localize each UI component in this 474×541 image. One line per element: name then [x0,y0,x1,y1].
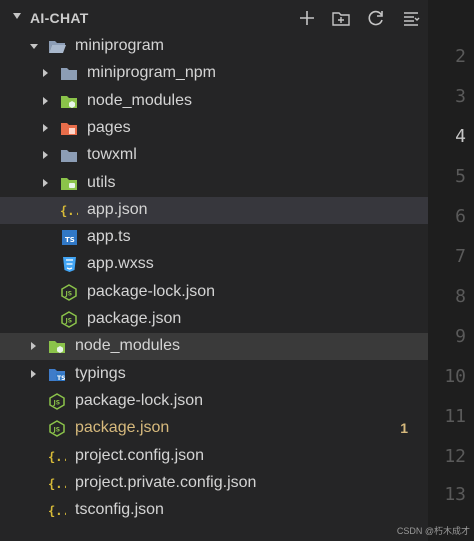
line-number: 3 [455,86,466,107]
line-number: 11 [444,406,466,427]
tree-item-label: package-lock.json [75,391,204,409]
tree-file[interactable]: JS package.json [0,306,428,333]
collapse-all-icon[interactable] [401,8,421,28]
tree-item-label: utils [87,173,116,191]
tree-folder[interactable]: node_modules [0,333,428,361]
typescript-folder-icon: TS [49,368,65,382]
tree-file[interactable]: JS package-lock.json [0,388,428,415]
tree-file[interactable]: app.wxss [0,251,428,278]
collapse-caret-icon[interactable] [13,13,21,19]
tree-file[interactable]: JS package-lock.json [0,279,428,306]
tree-folder[interactable]: towxml [0,142,428,169]
line-number: 6 [455,206,466,227]
node-folder-icon [49,341,65,354]
watermark: CSDN @朽木成才 [396,526,470,536]
explorer-header[interactable]: AI-CHAT [0,0,428,36]
new-folder-icon[interactable] [331,8,351,28]
line-number: 5 [455,166,466,187]
tree-item-label: towxml [87,146,137,164]
line-number: 4 [455,126,466,147]
chevron-right-icon[interactable] [43,178,48,187]
tree-item-label: app.ts [87,228,131,246]
tree-item-label: tsconfig.json [75,501,164,519]
folder-icon [61,68,77,81]
tree-item-label: node_modules [75,337,180,355]
new-file-icon[interactable] [297,8,317,28]
tree-folder[interactable]: TS typings [0,361,428,388]
svg-text:{..}: {..} [60,204,78,218]
json-file-icon: {..} [48,477,66,491]
folder-open-icon [49,41,66,53]
tree-item-label: miniprogram_npm [87,64,216,82]
svg-text:{..}: {..} [48,450,66,464]
svg-text:TS: TS [65,236,75,244]
chevron-right-icon[interactable] [31,369,36,378]
svg-text:JS: JS [53,399,61,406]
nodejs-file-icon: JS [61,283,77,301]
editor-line-gutter: 2 3 4 5 6 7 8 9 10 11 12 13 [428,0,474,541]
line-number: 13 [444,484,466,505]
line-number: 8 [455,286,466,307]
tree-file[interactable]: TS app.ts [0,224,428,251]
nodejs-file-icon: JS [61,311,77,328]
tree-item-label: package.json [75,419,170,437]
svg-text:JS: JS [65,290,73,297]
tree-folder[interactable]: miniprogram [0,33,428,60]
refresh-icon[interactable] [366,8,386,28]
pages-folder-icon [61,122,77,135]
svg-text:JS: JS [65,318,73,325]
chevron-right-icon[interactable] [43,96,48,105]
tree-item-label: pages [87,118,131,136]
tree-item-label: app.wxss [87,255,154,273]
tree-item-label: app.json [87,200,148,218]
utils-folder-icon [61,177,77,190]
tree-folder[interactable]: pages [0,115,428,142]
chevron-right-icon[interactable] [43,69,48,78]
tree-folder[interactable]: utils [0,170,428,197]
tree-item-label: project.config.json [75,446,204,464]
svg-text:TS: TS [57,375,65,382]
tree-item-label: typings [75,364,126,382]
json-file-icon: {..} [60,204,78,218]
tree-folder[interactable]: node_modules [0,88,428,115]
tree-item-label: miniprogram [75,37,164,54]
nodejs-file-icon: JS [49,420,65,438]
node-folder-icon [61,95,77,108]
explorer-panel: AI-CHAT miniprogram miniprogram_npm node_m… [0,0,428,541]
css-file-icon [63,257,76,273]
typescript-file-icon: TS [62,230,77,246]
chevron-right-icon[interactable] [43,151,48,160]
svg-text:{..}: {..} [48,504,66,518]
tree-item-label: node_modules [87,91,192,109]
tree-folder[interactable]: miniprogram_npm [0,60,428,87]
chevron-down-icon[interactable] [30,44,38,49]
tree-item-label: project.private.config.json [75,473,257,491]
folder-icon [61,150,77,163]
workspace-title: AI-CHAT [30,10,89,26]
tree-file[interactable]: {..} app.json [0,196,428,224]
nodejs-file-icon: JS [49,393,65,410]
tree-file[interactable]: {..} project.config.json [0,443,428,470]
tree-file[interactable]: {..} project.private.config.json [0,470,428,497]
svg-text:{..}: {..} [48,477,66,491]
svg-text:JS: JS [53,427,61,434]
line-number: 7 [455,246,466,267]
line-number: 12 [444,446,466,467]
tree-file[interactable]: JS package.json 1 [0,415,428,442]
line-number: 9 [455,326,466,347]
tree-item-label: package.json [87,310,182,327]
tree-file[interactable]: {..} tsconfig.json [0,497,428,524]
tree-item-label: package-lock.json [87,282,216,300]
json-file-icon: {..} [48,450,66,464]
json-file-icon: {..} [48,504,66,518]
problem-count-badge: 1 [400,420,408,437]
line-number: 2 [455,46,466,67]
line-number: 10 [444,366,466,387]
chevron-right-icon[interactable] [43,123,48,132]
chevron-right-icon[interactable] [31,342,36,351]
